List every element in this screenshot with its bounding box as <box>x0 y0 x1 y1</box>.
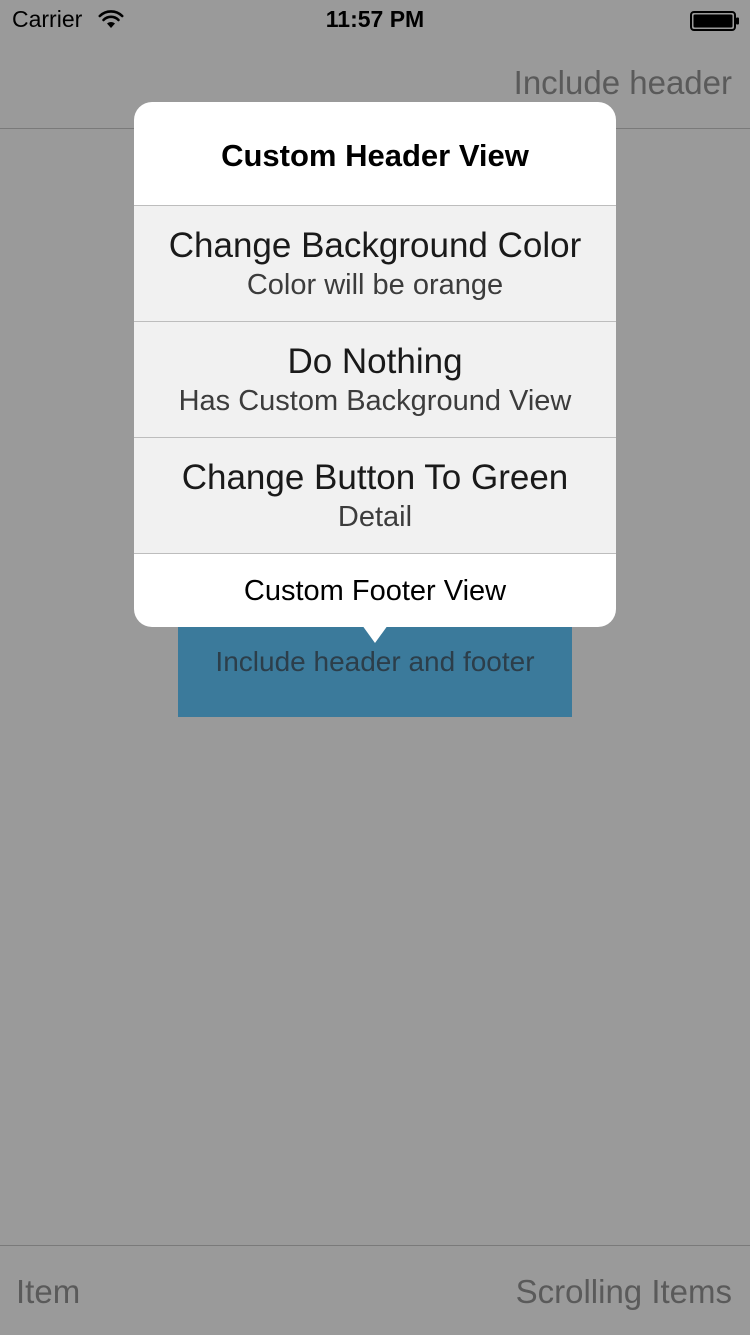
menu-item-detail: Color will be orange <box>246 269 504 301</box>
status-bar: Carrier 11:57 PM <box>0 0 750 40</box>
include-header-button[interactable]: Include header <box>514 64 732 102</box>
popover-arrow <box>362 625 388 643</box>
main-button-label: Include header and footer <box>215 646 535 677</box>
toolbar-item-button[interactable]: Item <box>16 1273 80 1311</box>
menu-item-do-nothing[interactable]: Do Nothing Has Custom Background View <box>134 322 616 438</box>
menu-item-change-background-color[interactable]: Change Background Color Color will be or… <box>134 206 616 322</box>
menu-item-change-button-to-green[interactable]: Change Button To Green Detail <box>134 438 616 554</box>
menu-item-detail: Detail <box>337 501 413 533</box>
status-time: 11:57 PM <box>325 6 425 32</box>
menu-item-title: Change Background Color <box>168 226 582 265</box>
bottom-toolbar: Item Scrolling Items <box>0 1245 750 1335</box>
menu-item-title: Change Button To Green <box>181 458 569 497</box>
menu-item-detail: Has Custom Background View <box>178 385 572 417</box>
scrolling-items-button[interactable]: Scrolling Items <box>516 1273 732 1311</box>
battery-icon <box>690 11 739 31</box>
popover-header: Custom Header View <box>134 102 616 206</box>
popover-menu: Custom Header View Change Background Col… <box>134 102 616 627</box>
popover-footer: Custom Footer View <box>243 575 507 607</box>
menu-item-title: Do Nothing <box>287 342 463 381</box>
